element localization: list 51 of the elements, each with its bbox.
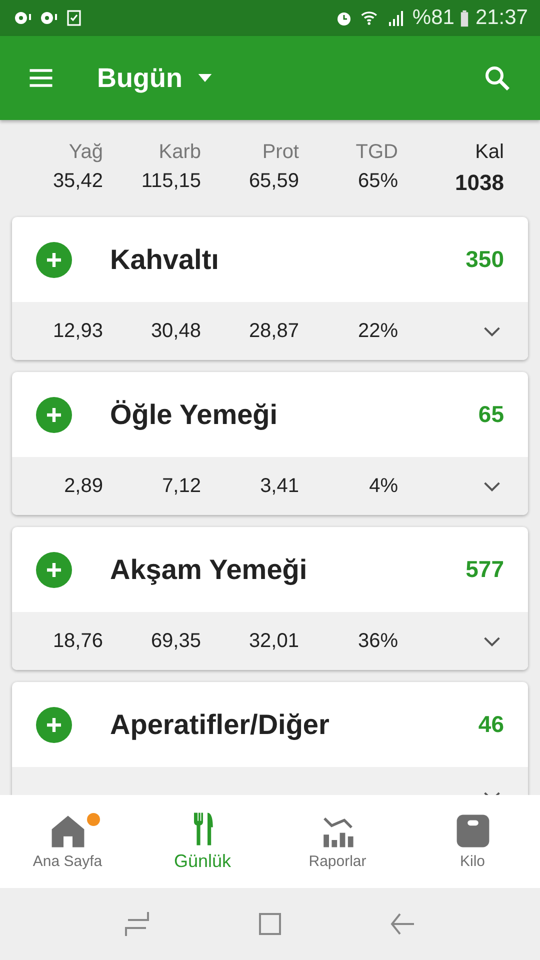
add-icon[interactable] [36, 396, 72, 432]
meal-name: Akşam Yemeği [110, 554, 308, 586]
nav-tab[interactable]: Raporlar [270, 795, 405, 888]
meal-nutrient-value: 7,12 [161, 474, 201, 498]
meal-nutrient-value: 69,35 [150, 630, 201, 652]
meal-name: Kahvaltı [110, 244, 219, 276]
meal-nutrient-value: 4% [368, 474, 398, 498]
nav-tab[interactable]: Kilo [405, 795, 540, 888]
add-icon[interactable] [36, 706, 72, 742]
calorie-label: Kal [475, 141, 504, 164]
meal-nutrient-value: 32,01 [248, 630, 299, 652]
meal-nutrient-value: 3,41 [259, 474, 299, 498]
add-icon[interactable] [36, 242, 72, 278]
meal-calories: 350 [466, 246, 504, 273]
meal-nutrient-value: 28,87 [248, 320, 299, 342]
meal-calories: 577 [466, 556, 504, 583]
nutrient-total: 65,59 [248, 170, 299, 193]
recent-apps-icon[interactable] [124, 910, 150, 938]
meal-nutrient-value: 2,89 [63, 474, 103, 498]
calorie-total: 1038 [455, 170, 504, 196]
nutrient-label: TGD [356, 141, 398, 164]
nutrient-label: Prot [262, 141, 299, 164]
chevron-icon[interactable] [483, 480, 501, 492]
chevron-icon[interactable] [483, 636, 501, 646]
checkbox-icon [64, 8, 84, 28]
meal-nutrient-value: 36% [356, 630, 398, 652]
meal-nutrient-value: 30,48 [150, 320, 201, 342]
caret-icon [198, 74, 212, 82]
meal-calories: 65 [478, 401, 504, 428]
date-dropdown[interactable]: Bugün [97, 62, 212, 94]
nav-tab[interactable]: Ana Sayfa [0, 795, 135, 888]
scale-icon [454, 813, 490, 849]
add-icon[interactable] [36, 552, 72, 588]
nutrient-label: Yağ [68, 141, 103, 164]
meal-nutrient-value: 22% [356, 320, 398, 342]
meal-nutrient-value: 12,93 [52, 320, 103, 342]
home-icon [50, 813, 86, 849]
meal-name: Öğle Yemeği [110, 398, 278, 430]
nutrient-total: 65% [358, 170, 398, 193]
meal-name: Aperatifler/Diğer [110, 708, 330, 740]
meal-nutrient-value: 18,76 [52, 630, 103, 652]
battery-icon [460, 8, 470, 28]
battery-percent: %81 [412, 6, 454, 30]
meal-calories: 46 [478, 711, 504, 738]
home-button-icon[interactable] [256, 910, 283, 938]
nutrient-total: 35,42 [52, 170, 103, 193]
nutrient-label: Karb [158, 141, 201, 164]
nav-tab[interactable]: Günlük [135, 795, 270, 888]
nutrient-total: 115,15 [141, 170, 201, 193]
chevron-icon[interactable] [483, 326, 501, 336]
clock: 21:37 [475, 6, 528, 30]
